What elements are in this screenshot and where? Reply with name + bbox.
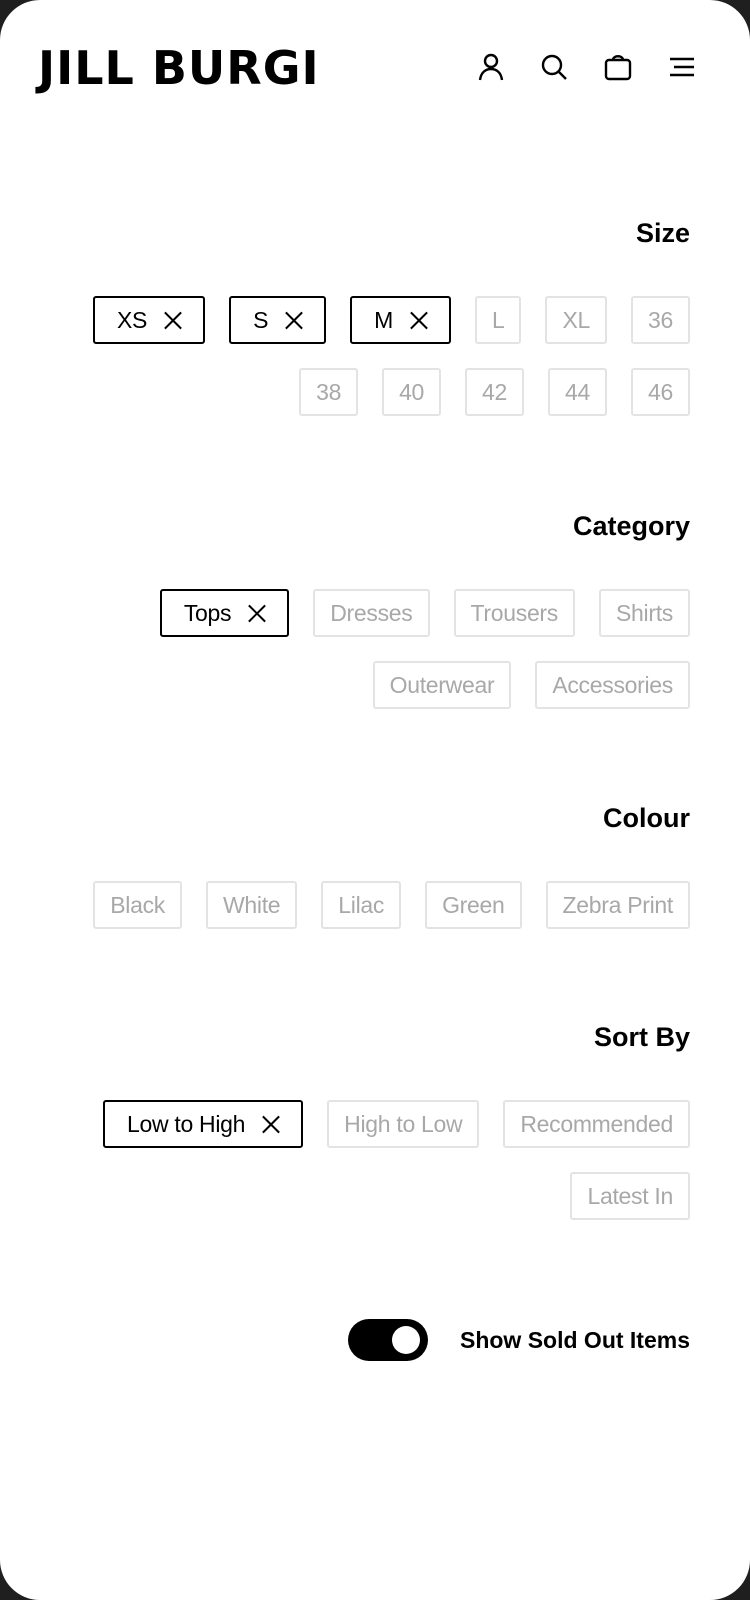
colour-chip[interactable]: Zebra Print — [545, 881, 690, 929]
size-chip[interactable]: L — [474, 296, 522, 344]
sold-out-row: Show Sold Out Items — [347, 1319, 690, 1361]
sort-chip-label: Recommended — [520, 1110, 673, 1137]
colour-chip[interactable]: Lilac — [321, 881, 402, 929]
size-chip[interactable]: XS — [92, 296, 206, 344]
colour-chip[interactable]: Green — [425, 881, 522, 929]
size-chip[interactable]: M — [350, 296, 451, 344]
category-chip-label: Dresses — [330, 599, 413, 626]
brand-logo[interactable]: JILL BURGI — [38, 38, 320, 98]
remove-icon[interactable] — [261, 1114, 281, 1134]
remove-icon[interactable] — [247, 603, 267, 623]
category-chip[interactable]: Tops — [159, 589, 290, 637]
category-chip[interactable]: Trousers — [453, 589, 575, 637]
size-chip-label: S — [253, 306, 269, 333]
size-chip[interactable]: 42 — [465, 368, 525, 416]
category-chip[interactable]: Shirts — [599, 589, 690, 637]
filter-screen: JILL BURGI Size XS S M L XL 36 38 40 42 … — [0, 0, 750, 1600]
sold-out-label: Show Sold Out Items — [459, 1326, 690, 1353]
colour-chip-label: Black — [110, 891, 165, 918]
size-chip[interactable]: 40 — [382, 368, 442, 416]
size-chip[interactable]: 36 — [631, 296, 690, 344]
size-chip[interactable]: S — [229, 296, 327, 344]
category-title: Category — [572, 511, 690, 541]
colour-chip-label: Zebra Print — [562, 891, 674, 918]
size-chip[interactable]: XL — [545, 296, 608, 344]
sort-title: Sort By — [593, 1022, 690, 1052]
sort-options: Low to High High to Low Recommended Latest … — [90, 1100, 690, 1220]
size-chip-label: XL — [562, 306, 591, 333]
size-chip-label: XS — [116, 306, 148, 333]
size-chip-label: 38 — [316, 378, 342, 405]
category-chip-label: Shirts — [616, 599, 673, 626]
size-chip-label: 40 — [399, 378, 425, 405]
sort-chip-label: High to Low — [344, 1110, 463, 1137]
remove-icon[interactable] — [284, 310, 304, 330]
menu-icon[interactable] — [665, 50, 699, 84]
category-chip[interactable]: Accessories — [535, 661, 690, 709]
sort-chip-label: Low to High — [126, 1110, 246, 1137]
search-icon[interactable] — [537, 50, 571, 84]
size-chip-label: L — [491, 306, 505, 333]
sort-chip[interactable]: Low to High — [102, 1100, 304, 1148]
sort-chip[interactable]: High to Low — [327, 1100, 480, 1148]
category-filter: Category Tops Dresses Trousers Shirts Outerw… — [130, 509, 690, 709]
size-options: XS S M L XL 36 38 40 42 44 46 — [70, 296, 690, 416]
size-filter: Size XS S M L XL 36 38 40 42 44 46 — [70, 216, 690, 416]
size-title: Size — [635, 218, 690, 248]
category-chip[interactable]: Dresses — [313, 589, 430, 637]
colour-chip[interactable]: Black — [93, 881, 182, 929]
sort-chip[interactable]: Latest In — [570, 1172, 690, 1220]
size-chip-label: 36 — [648, 306, 673, 333]
category-chip[interactable]: Outerwear — [372, 661, 512, 709]
toggle-knob — [391, 1326, 420, 1354]
colour-chip[interactable]: White — [205, 881, 298, 929]
sort-chip[interactable]: Recommended — [503, 1100, 690, 1148]
size-chip[interactable]: 46 — [631, 368, 690, 416]
size-chip[interactable]: 38 — [299, 368, 359, 416]
category-chip-label: Trousers — [470, 599, 559, 626]
colour-filter: Colour Black White Lilac Green Zebra Print — [70, 801, 690, 929]
sort-chip-label: Latest In — [587, 1182, 673, 1209]
colour-chip-label: White — [222, 891, 281, 918]
category-chip-label: Outerwear — [389, 671, 495, 698]
colour-title: Colour — [603, 803, 690, 833]
size-chip-label: 46 — [648, 378, 673, 405]
remove-icon[interactable] — [163, 310, 183, 330]
colour-chip-label: Lilac — [338, 891, 385, 918]
size-chip[interactable]: 44 — [548, 368, 608, 416]
remove-icon[interactable] — [409, 310, 429, 330]
size-chip-label: 44 — [565, 378, 591, 405]
colour-options: Black White Lilac Green Zebra Print — [70, 881, 690, 929]
header: JILL BURGI — [0, 0, 750, 140]
size-chip-label: M — [374, 306, 393, 333]
category-options: Tops Dresses Trousers Shirts Outerwear Access… — [130, 589, 690, 709]
colour-chip-label: Green — [442, 891, 505, 918]
size-chip-label: 42 — [482, 378, 508, 405]
sort-filter: Sort By Low to High High to Low Recommende… — [90, 1020, 690, 1220]
bag-icon[interactable] — [601, 50, 635, 84]
category-chip-label: Accessories — [552, 671, 673, 698]
sold-out-toggle[interactable] — [347, 1319, 428, 1361]
account-icon[interactable] — [474, 50, 508, 84]
category-chip-label: Tops — [183, 599, 232, 626]
